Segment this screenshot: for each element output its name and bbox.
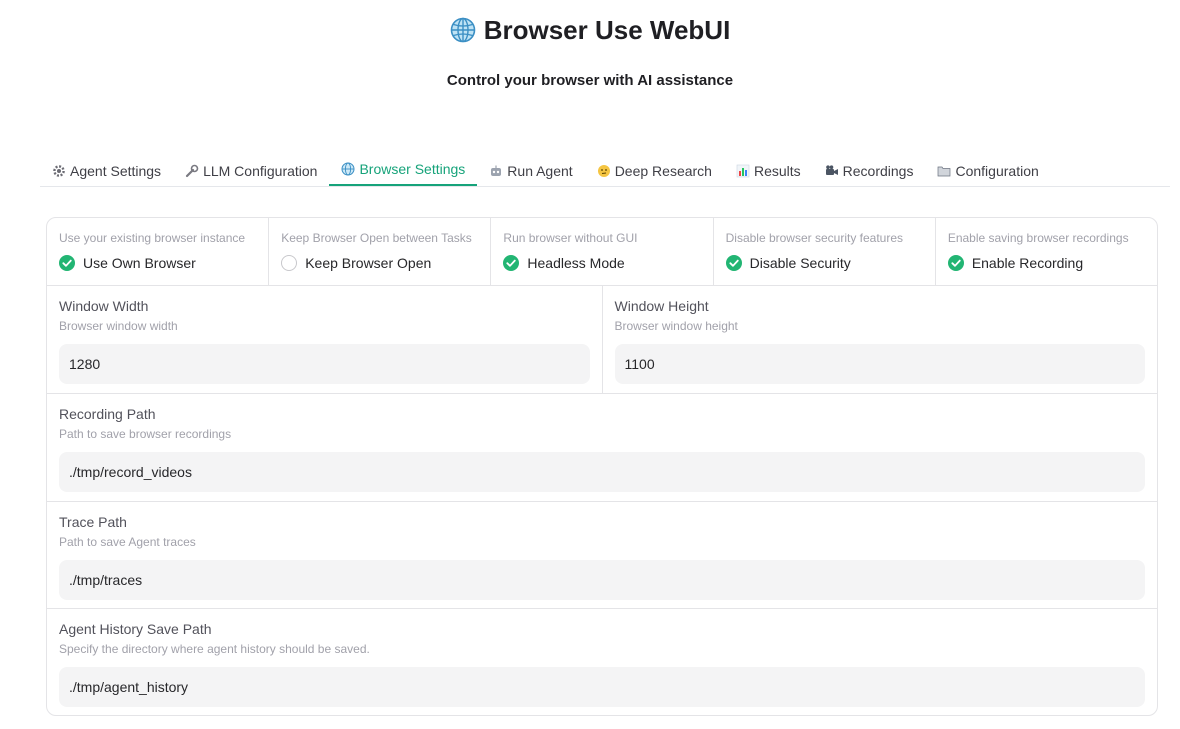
window-width-info: Browser window width [59, 319, 178, 333]
checkbox-info: Enable saving browser recordings [947, 231, 1129, 245]
app-header: Browser Use WebUI Control your browser w… [0, 0, 1180, 90]
bar-chart-icon [736, 164, 750, 178]
app-title-text: Browser Use WebUI [483, 14, 731, 45]
tab-label: Run Agent [507, 162, 573, 179]
tab-deep-research[interactable]: Deep Research [585, 155, 724, 186]
globe-icon [341, 162, 355, 176]
tab-label: Agent Settings [70, 162, 162, 179]
tab-run-agent[interactable]: Run Agent [477, 155, 584, 186]
checkbox-row: Use your existing browser instance Use O… [47, 218, 1157, 286]
recording-path-info: Path to save browser recordings [59, 427, 232, 441]
window-width-input[interactable] [59, 344, 590, 384]
tab-recordings[interactable]: Recordings [813, 155, 926, 186]
robot-icon [489, 164, 503, 178]
checked-icon[interactable] [725, 255, 742, 271]
wrench-icon [185, 164, 199, 178]
checkbox-info: Run browser without GUI [503, 231, 638, 245]
disable-security-group: Disable browser security features Disabl… [714, 218, 936, 285]
globe-icon [450, 17, 476, 43]
recording-path-group: Recording Path Path to save browser reco… [47, 394, 1157, 502]
tab-configuration[interactable]: Configuration [925, 155, 1050, 186]
headless-mode-group: Run browser without GUI Headless Mode [491, 218, 714, 285]
agent-history-path-group: Agent History Save Path Specify the dire… [47, 609, 1157, 715]
checkbox-label: Use Own Browser [83, 255, 196, 271]
tab-agent-settings[interactable]: Agent Settings [40, 155, 173, 186]
checkbox-label: Keep Browser Open [305, 255, 432, 271]
checked-icon[interactable] [947, 255, 964, 271]
tab-results[interactable]: Results [724, 155, 813, 186]
tab-bar: Agent Settings LLM Configuration Browser… [40, 155, 1170, 187]
tab-label: Configuration [955, 162, 1039, 179]
checked-icon[interactable] [503, 255, 520, 271]
trace-path-input[interactable] [59, 559, 1145, 600]
agent-history-path-input[interactable] [59, 667, 1145, 707]
page-title: Browser Use WebUI [0, 14, 1180, 46]
use-own-browser-checkbox[interactable]: Use Own Browser [59, 255, 256, 271]
checkbox-info: Keep Browser Open between Tasks [281, 231, 472, 245]
checkbox-info: Use your existing browser instance [59, 231, 246, 245]
trace-path-label: Trace Path [59, 513, 127, 530]
thinking-face-icon [597, 164, 611, 178]
window-height-info: Browser window height [614, 319, 738, 333]
folder-icon [937, 164, 951, 178]
trace-path-info: Path to save Agent traces [59, 534, 196, 549]
tab-label: Deep Research [614, 162, 712, 179]
use-own-browser-group: Use your existing browser instance Use O… [47, 218, 270, 285]
agent-history-path-label: Agent History Save Path [59, 621, 212, 637]
enable-recording-group: Enable saving browser recordings Enable … [936, 218, 1157, 285]
trace-path-group: Trace Path Path to save Agent traces [47, 502, 1157, 609]
tab-label: Browser Settings [359, 161, 466, 177]
agent-history-path-info: Specify the directory where agent histor… [59, 642, 370, 656]
window-size-row: Window Width Browser window width Window… [47, 286, 1157, 394]
window-height-label: Window Height [614, 298, 709, 314]
keep-browser-open-group: Keep Browser Open between Tasks Keep Bro… [269, 218, 492, 285]
checkbox-label: Headless Mode [527, 255, 625, 271]
recording-path-label: Recording Path [59, 406, 156, 422]
keep-browser-open-checkbox[interactable]: Keep Browser Open [281, 255, 478, 271]
tab-label: LLM Configuration [203, 162, 318, 179]
checkbox-info: Disable browser security features [725, 231, 904, 245]
page-subtitle: Control your browser with AI assistance [446, 72, 734, 89]
headless-mode-checkbox[interactable]: Headless Mode [503, 255, 700, 271]
enable-recording-checkbox[interactable]: Enable Recording [947, 255, 1145, 271]
checkbox-label: Disable Security [749, 255, 851, 271]
window-width-label: Window Width [59, 298, 149, 314]
tab-label: Recordings [842, 162, 914, 179]
disable-security-checkbox[interactable]: Disable Security [725, 255, 923, 271]
window-height-input[interactable] [614, 344, 1145, 384]
window-height-group: Window Height Browser window height [603, 286, 1158, 393]
checkbox-label: Enable Recording [971, 255, 1084, 271]
window-width-group: Window Width Browser window width [47, 286, 603, 393]
tab-label: Results [753, 162, 801, 179]
gear-icon [52, 164, 66, 178]
checked-icon[interactable] [59, 255, 75, 271]
recording-path-input[interactable] [59, 452, 1145, 492]
browser-settings-panel: Use your existing browser instance Use O… [46, 217, 1158, 716]
tab-llm-configuration[interactable]: LLM Configuration [173, 155, 329, 186]
tab-browser-settings[interactable]: Browser Settings [329, 154, 478, 186]
video-camera-icon [825, 164, 839, 178]
unchecked-icon[interactable] [281, 255, 298, 271]
